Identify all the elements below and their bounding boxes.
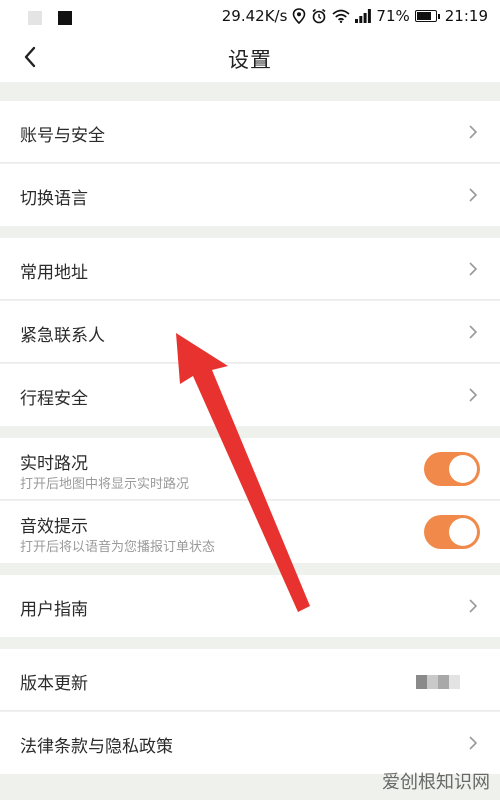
battery-icon [414,10,440,22]
location-icon [293,8,306,24]
chevron-right-icon [469,125,478,139]
navigation-bar: 设置 [0,32,500,82]
realtime-traffic-toggle[interactable] [424,452,480,486]
settings-row-switch-language[interactable]: 切换语言 [0,164,500,226]
notification-icon [58,11,72,25]
network-speed: 29.42K/s [221,7,288,25]
row-label: 切换语言 [20,189,88,209]
battery-percent: 71% [376,7,410,25]
toggle-knob [449,518,477,546]
row-label: 行程安全 [20,389,88,409]
status-indicators: 29.42K/s 71% 21:19 [222,6,488,26]
chevron-right-icon [469,736,478,750]
settings-row-sound-prompt: 音效提示 打开后将以语音为您播报订单状态 [0,501,500,563]
row-label: 用户指南 [20,600,88,620]
chevron-right-icon [469,388,478,402]
chevron-right-icon [469,325,478,339]
signal-icon [355,9,372,23]
settings-row-legal-privacy[interactable]: 法律条款与隐私政策 [0,712,500,774]
settings-row-version-update[interactable]: 版本更新 [0,649,500,711]
row-subtitle: 打开后地图中将显示实时路况 [20,477,190,492]
toggle-knob [449,455,477,483]
chevron-right-icon [469,188,478,202]
page-title: 设置 [228,48,272,72]
row-subtitle: 打开后将以语音为您播报订单状态 [20,540,216,555]
chevron-right-icon [469,599,478,613]
row-label: 音效提示 [20,517,88,537]
settings-row-user-guide[interactable]: 用户指南 [0,575,500,637]
notification-icon [28,11,42,25]
row-label: 紧急联系人 [20,326,105,346]
settings-row-account-security[interactable]: 账号与安全 [0,101,500,163]
row-label: 常用地址 [20,263,88,283]
alarm-icon [312,8,326,24]
settings-row-common-addresses[interactable]: 常用地址 [0,238,500,300]
settings-row-realtime-traffic: 实时路况 打开后地图中将显示实时路况 [0,438,500,500]
row-label: 账号与安全 [20,126,105,146]
watermark: 爱创根知识网 [382,772,490,793]
chevron-right-icon [469,262,478,276]
clock: 21:19 [444,7,488,25]
wifi-icon [332,9,351,23]
row-label: 实时路况 [20,454,88,474]
row-label: 法律条款与隐私政策 [20,737,173,757]
settings-row-emergency-contact[interactable]: 紧急联系人 [0,301,500,363]
row-label: 版本更新 [20,674,88,694]
sound-prompt-toggle[interactable] [424,515,480,549]
version-value-blurred [416,675,460,689]
status-bar: 29.42K/s 71% 21:19 [0,0,500,32]
settings-row-trip-safety[interactable]: 行程安全 [0,364,500,426]
